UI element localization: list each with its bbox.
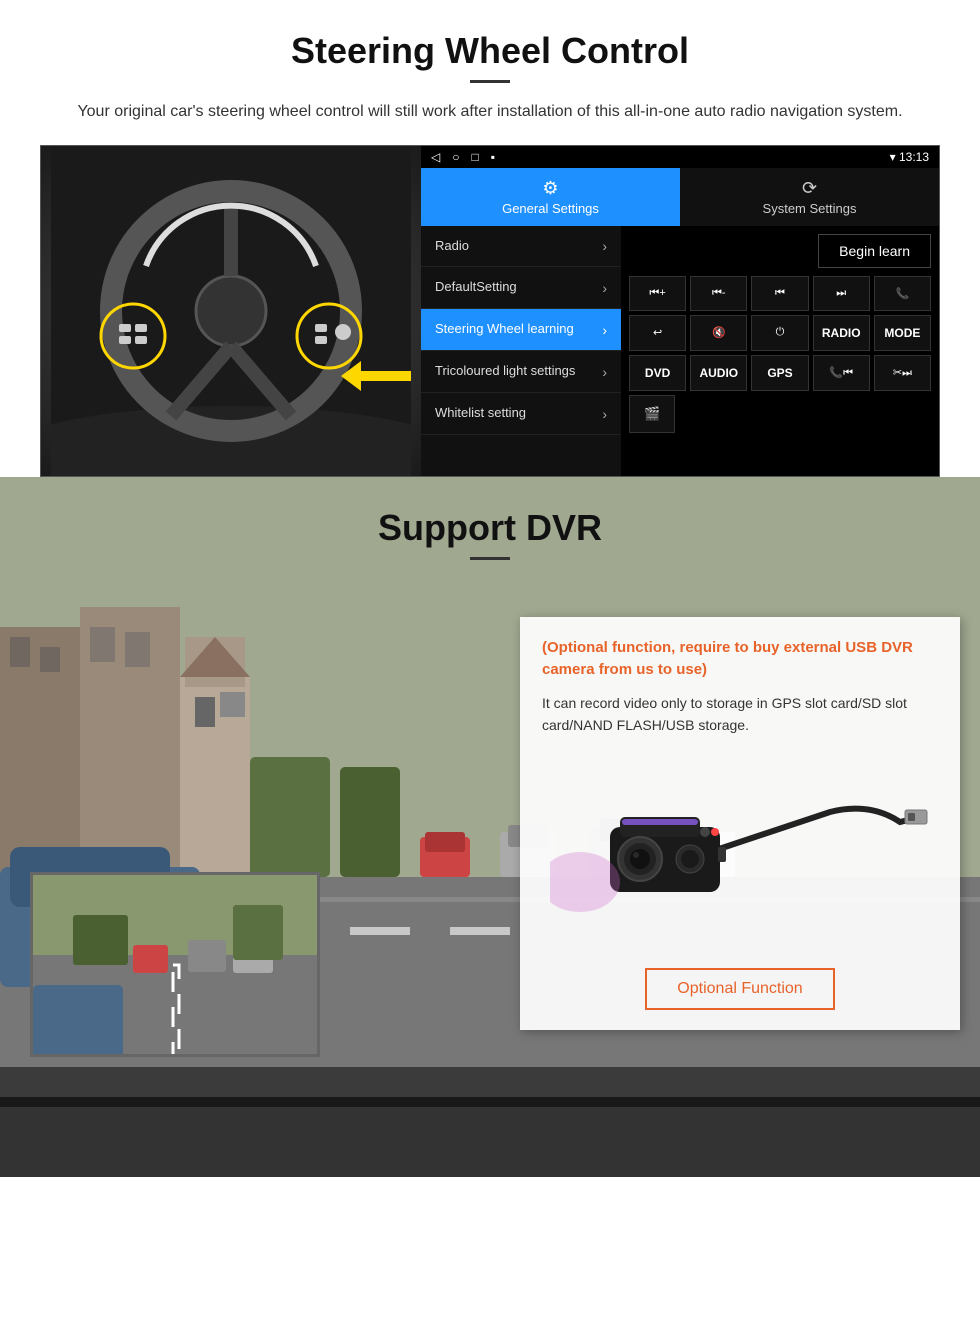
phone-btn[interactable]: 📞 xyxy=(874,276,931,311)
signal-icon: ▾ xyxy=(890,150,896,164)
nav-buttons: ◁ ○ □ ▪ xyxy=(431,150,495,164)
vol-up-btn[interactable]: ⏮+ xyxy=(629,276,686,311)
vol-down-btn[interactable]: ⏮- xyxy=(690,276,747,311)
next-mix-btn[interactable]: ✂⏭ xyxy=(874,355,931,391)
phone-prev-btn[interactable]: 📞⏮ xyxy=(813,355,870,391)
chevron-right-icon: › xyxy=(602,364,607,380)
time-display: 13:13 xyxy=(899,150,929,164)
dvd-btn[interactable]: DVD xyxy=(629,355,686,391)
dvr-screen-svg xyxy=(33,875,320,1057)
dvr-description: It can record video only to storage in G… xyxy=(542,692,938,737)
system-icon: ⟳ xyxy=(690,178,929,199)
dvr-screen-inner xyxy=(33,875,317,1054)
menu-item-whitelist[interactable]: Whitelist setting › xyxy=(421,393,621,435)
nav-back-icon[interactable]: ◁ xyxy=(431,150,440,164)
dvr-btn[interactable]: 🎬 xyxy=(629,395,675,433)
menu-item-default-setting[interactable]: DefaultSetting › xyxy=(421,267,621,309)
dvr-screen-inset xyxy=(30,872,320,1057)
dvr-title-divider xyxy=(470,557,510,560)
chevron-right-icon: › xyxy=(602,238,607,254)
page-title: Steering Wheel Control xyxy=(40,30,940,72)
tab-system-label: System Settings xyxy=(763,201,857,216)
dvr-optional-highlight: (Optional function, require to buy exter… xyxy=(542,637,938,682)
control-buttons-row3: DVD AUDIO GPS 📞⏮ ✂⏭ xyxy=(629,355,931,391)
subtitle-text: Your original car's steering wheel contr… xyxy=(60,99,920,125)
steering-wheel-photo xyxy=(41,146,421,476)
chevron-right-icon: › xyxy=(602,406,607,422)
android-ui-screenshot: ◁ ○ □ ▪ ▾ 13:13 ⚙ General Settings ⟳ xyxy=(40,145,940,477)
steering-section: Steering Wheel Control Your original car… xyxy=(0,0,980,477)
menu-steering-label: Steering Wheel learning xyxy=(435,321,574,338)
menu-item-tricoloured[interactable]: Tricoloured light settings › xyxy=(421,351,621,393)
tab-system-settings[interactable]: ⟳ System Settings xyxy=(680,168,939,226)
dvr-camera-illustration xyxy=(542,752,938,952)
settings-menu-list: Radio › DefaultSetting › Steering Wheel … xyxy=(421,226,621,476)
begin-learn-button[interactable]: Begin learn xyxy=(818,234,931,268)
title-divider xyxy=(470,80,510,83)
tab-general-label: General Settings xyxy=(502,201,599,216)
menu-default-label: DefaultSetting xyxy=(435,279,517,296)
menu-item-steering-wheel[interactable]: Steering Wheel learning › xyxy=(421,309,621,351)
steering-control-panel: Begin learn ⏮+ ⏮- ⏮ ⏭ 📞 ↩ 🔇 ⏻ xyxy=(621,226,939,476)
chevron-right-icon: › xyxy=(602,322,607,338)
dvr-info-card: (Optional function, require to buy exter… xyxy=(520,617,960,1031)
control-buttons-row1: ⏮+ ⏮- ⏮ ⏭ 📞 xyxy=(629,276,931,311)
dvr-title-area: Support DVR xyxy=(0,477,980,580)
optional-function-btn-wrapper: Optional Function xyxy=(542,968,938,1010)
settings-body: Radio › DefaultSetting › Steering Wheel … xyxy=(421,226,939,476)
control-buttons-row4: 🎬 xyxy=(629,395,931,433)
status-bar: ◁ ○ □ ▪ ▾ 13:13 xyxy=(421,146,939,168)
nav-dot-icon[interactable]: ▪ xyxy=(491,150,495,164)
audio-btn[interactable]: AUDIO xyxy=(690,355,747,391)
prev-track-btn[interactable]: ⏮ xyxy=(751,276,808,311)
menu-tricoloured-label: Tricoloured light settings xyxy=(435,363,575,380)
nav-square-icon[interactable]: □ xyxy=(471,150,478,164)
power-btn[interactable]: ⏻ xyxy=(751,315,808,351)
gear-icon: ⚙ xyxy=(431,178,670,199)
dvr-section-title: Support DVR xyxy=(0,507,980,549)
begin-learn-row: Begin learn xyxy=(629,234,931,268)
next-track-btn[interactable]: ⏭ xyxy=(813,276,870,311)
dvr-camera-svg xyxy=(550,752,930,952)
radio-btn[interactable]: RADIO xyxy=(813,315,870,351)
tab-general-settings[interactable]: ⚙ General Settings xyxy=(421,168,680,226)
nav-home-icon[interactable]: ○ xyxy=(452,150,459,164)
android-settings-panel: ◁ ○ □ ▪ ▾ 13:13 ⚙ General Settings ⟳ xyxy=(421,146,939,476)
gps-btn[interactable]: GPS xyxy=(751,355,808,391)
steering-wheel-svg xyxy=(51,146,411,476)
dvr-section: Support DVR (Optional xyxy=(0,477,980,1177)
settings-tabs: ⚙ General Settings ⟳ System Settings xyxy=(421,168,939,226)
mute-btn[interactable]: 🔇 xyxy=(690,315,747,351)
control-buttons-row2: ↩ 🔇 ⏻ RADIO MODE xyxy=(629,315,931,351)
menu-whitelist-label: Whitelist setting xyxy=(435,405,526,422)
mode-btn[interactable]: MODE xyxy=(874,315,931,351)
status-bar-right: ▾ 13:13 xyxy=(890,150,929,164)
optional-function-button[interactable]: Optional Function xyxy=(645,968,834,1010)
menu-radio-label: Radio xyxy=(435,238,469,255)
menu-item-radio[interactable]: Radio › xyxy=(421,226,621,268)
chevron-right-icon: › xyxy=(602,280,607,296)
hang-up-btn[interactable]: ↩ xyxy=(629,315,686,351)
